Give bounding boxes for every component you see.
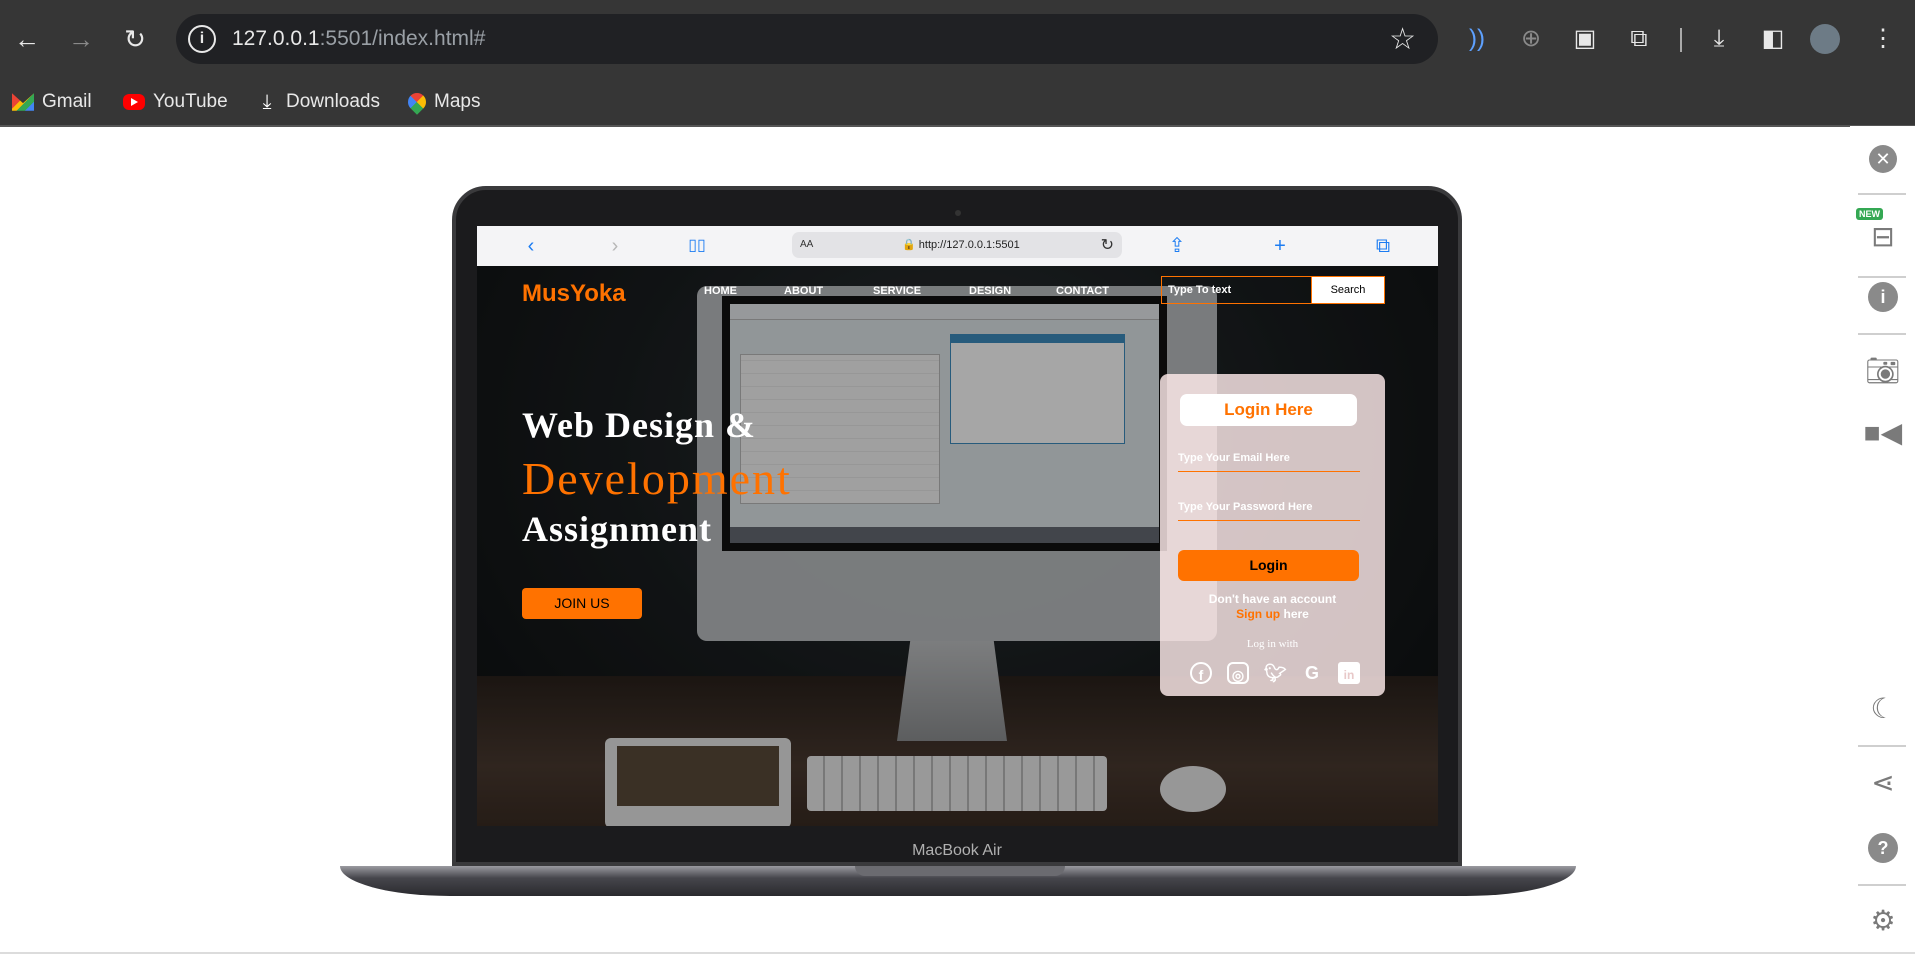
site-nav: HOME ABOUT SERVICE DESIGN CONTACT bbox=[704, 285, 1109, 297]
reload-icon[interactable]: ↻ bbox=[118, 22, 152, 56]
safari-share-icon[interactable]: ⇪ bbox=[1163, 232, 1191, 260]
side-panel-icon[interactable]: ◧ bbox=[1756, 22, 1790, 56]
website: MusYoka HOME ABOUT SERVICE DESIGN CONTAC… bbox=[477, 266, 1438, 826]
site-logo[interactable]: MusYoka bbox=[522, 280, 626, 308]
nav-home[interactable]: HOME bbox=[704, 285, 784, 297]
forward-icon[interactable]: → bbox=[64, 22, 98, 56]
chrome-divider bbox=[0, 125, 1915, 127]
translate-icon[interactable]: ▣ bbox=[1568, 22, 1602, 56]
video-icon[interactable]: ■◀ bbox=[1862, 412, 1904, 454]
google-icon[interactable]: G bbox=[1301, 662, 1323, 684]
sign-up-link[interactable]: Sign up bbox=[1236, 607, 1280, 621]
facebook-icon[interactable]: f bbox=[1190, 662, 1212, 684]
safari-url[interactable]: 🔒 http://127.0.0.1:5501 bbox=[902, 238, 1020, 251]
safari-toolbar: ‹ › ▯▯ AA 🔒 http://127.0.0.1:5501 ↻ ⇪ + … bbox=[477, 226, 1438, 266]
nav-contact[interactable]: CONTACT bbox=[1056, 285, 1109, 297]
extensions-icon[interactable]: ⧉ bbox=[1622, 22, 1656, 56]
gmail-icon bbox=[12, 93, 34, 111]
login-card: Login Here Type Your Email Here Type You… bbox=[1160, 374, 1385, 696]
instagram-icon[interactable]: ◎ bbox=[1227, 662, 1249, 684]
safari-back-icon[interactable]: ‹ bbox=[517, 232, 545, 260]
bookmark-maps[interactable]: Maps bbox=[404, 86, 480, 118]
maps-icon bbox=[404, 89, 430, 115]
device-label: MacBook Air bbox=[912, 842, 1002, 859]
bookmarks-bar: Gmail YouTube ⤓ Downloads Maps bbox=[0, 78, 1915, 126]
nav-design[interactable]: DESIGN bbox=[969, 285, 1056, 297]
safari-tabs-icon[interactable]: ⧉ bbox=[1369, 232, 1397, 260]
safari-aa-button[interactable]: AA bbox=[800, 239, 813, 250]
hero-line-2: Development bbox=[522, 453, 792, 504]
social-login-icons: f ◎ 🐦︎ G in bbox=[1190, 662, 1360, 684]
email-field[interactable]: Type Your Email Here bbox=[1178, 452, 1360, 472]
safari-address-bar[interactable]: AA 🔒 http://127.0.0.1:5501 ↻ bbox=[792, 232, 1122, 258]
safari-reload-icon[interactable]: ↻ bbox=[1101, 235, 1114, 255]
address-bar[interactable]: i 127.0.0.1:5501/index.html# ☆ bbox=[176, 14, 1438, 64]
info-icon[interactable]: i bbox=[1868, 282, 1898, 312]
bookmark-star-icon[interactable]: ☆ bbox=[1389, 22, 1416, 57]
camera-dot bbox=[955, 210, 961, 216]
linkedin-icon[interactable]: in bbox=[1338, 662, 1360, 684]
share-icon[interactable]: ⋖ bbox=[1862, 762, 1904, 804]
profile-avatar[interactable] bbox=[1810, 24, 1840, 54]
browser-chrome: ← → ↻ i 127.0.0.1:5501/index.html# ☆ )) … bbox=[0, 0, 1915, 126]
responsive-devices-icon[interactable]: ⊟ bbox=[1862, 216, 1904, 258]
settings-icon[interactable]: ⚙ bbox=[1862, 900, 1904, 942]
signup-prompt: Don't have an account Sign up here bbox=[1208, 592, 1337, 621]
site-info-icon[interactable]: i bbox=[188, 25, 216, 53]
safari-new-tab-icon[interactable]: + bbox=[1266, 232, 1294, 260]
dark-mode-icon[interactable]: ☾ bbox=[1862, 688, 1904, 730]
bookmark-youtube[interactable]: YouTube bbox=[123, 86, 228, 118]
add-extension-icon[interactable]: ⊕ bbox=[1514, 22, 1548, 56]
menu-icon[interactable]: ⋮ bbox=[1866, 22, 1900, 56]
download-icon: ⤓ bbox=[262, 91, 272, 113]
address-url[interactable]: 127.0.0.1:5501/index.html# bbox=[232, 27, 485, 51]
hero-line-3: Assignment bbox=[522, 509, 713, 549]
site-search-input[interactable]: Type To text bbox=[1161, 276, 1311, 304]
macbook-notch bbox=[855, 866, 1065, 876]
twitter-icon[interactable]: 🐦︎ bbox=[1264, 662, 1287, 684]
password-field[interactable]: Type Your Password Here bbox=[1178, 501, 1360, 521]
close-icon[interactable]: ✕ bbox=[1869, 145, 1897, 173]
login-button[interactable]: Login bbox=[1178, 550, 1359, 581]
browser-toolbar: ← → ↻ i 127.0.0.1:5501/index.html# ☆ )) … bbox=[0, 0, 1915, 78]
youtube-icon bbox=[123, 94, 145, 110]
downloads-icon[interactable]: ⤓ bbox=[1702, 22, 1736, 56]
safari-forward-icon[interactable]: › bbox=[601, 232, 629, 260]
camera-icon[interactable]: 📷︎ bbox=[1862, 350, 1904, 392]
bookmark-downloads[interactable]: ⤓ Downloads bbox=[256, 86, 380, 118]
toolbar-divider bbox=[1680, 28, 1682, 52]
back-icon[interactable]: ← bbox=[10, 22, 44, 56]
device-screen: ‹ › ▯▯ AA 🔒 http://127.0.0.1:5501 ↻ ⇪ + … bbox=[477, 226, 1438, 826]
login-title: Login Here bbox=[1180, 394, 1357, 426]
help-icon[interactable]: ? bbox=[1868, 833, 1898, 863]
read-aloud-icon[interactable]: )) bbox=[1460, 22, 1494, 56]
join-us-button[interactable]: JOIN US bbox=[522, 588, 642, 619]
login-with-label: Log in with bbox=[1246, 638, 1299, 650]
bookmark-gmail[interactable]: Gmail bbox=[12, 86, 92, 118]
safari-bookmarks-icon[interactable]: ▯▯ bbox=[683, 232, 711, 260]
nav-about[interactable]: ABOUT bbox=[784, 285, 873, 297]
site-search-button[interactable]: Search bbox=[1311, 276, 1385, 304]
nav-service[interactable]: SERVICE bbox=[873, 285, 969, 297]
hero-line-1: Web Design & bbox=[522, 405, 757, 445]
